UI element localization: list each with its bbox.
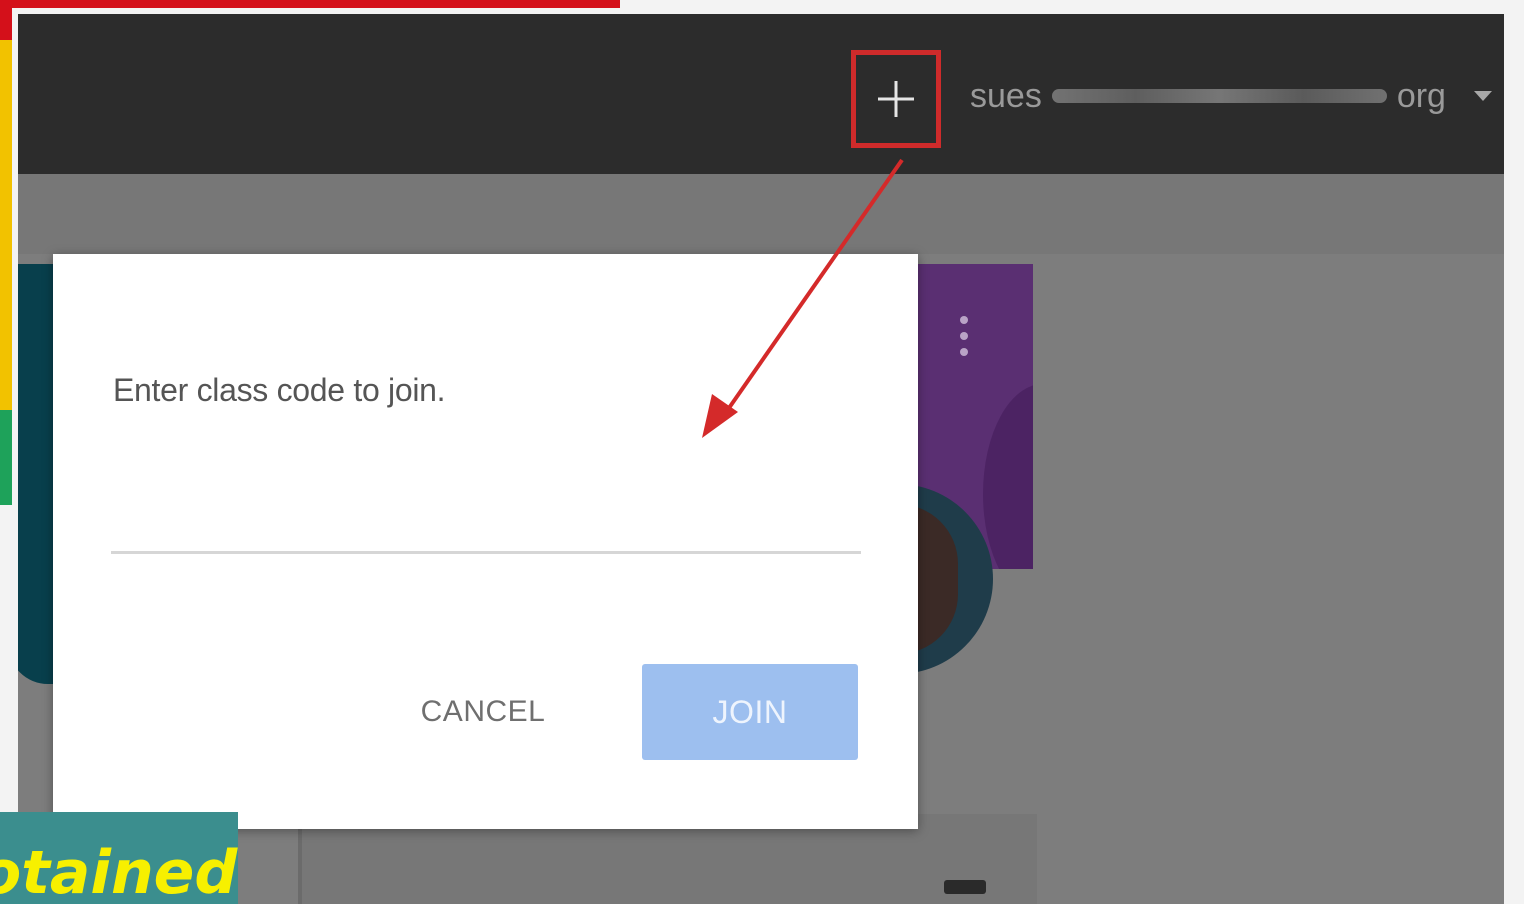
cancel-button[interactable]: CANCEL: [408, 680, 558, 744]
dialog-title: Enter class code to join.: [113, 372, 446, 408]
page-header-strip: [18, 174, 1504, 254]
top-app-bar: sues org: [18, 14, 1504, 174]
card-decoration: [983, 384, 1033, 569]
footer-icon: [944, 880, 986, 894]
account-menu[interactable]: sues org: [970, 72, 1492, 120]
slide-bar-red: [0, 0, 12, 40]
join-button[interactable]: JOIN: [642, 664, 858, 760]
join-class-dialog: Enter class code to join. CANCEL JOIN: [53, 254, 918, 829]
classroom-screenshot: sues org Enter class code to join. CANCE…: [18, 14, 1504, 904]
slide-bar-yellow: [0, 40, 12, 410]
account-email-redacted: [1051, 89, 1387, 103]
more-vert-icon[interactable]: [960, 316, 970, 356]
plus-icon: [878, 81, 914, 117]
slide-top-bar: [0, 0, 620, 8]
class-code-input[interactable]: [111, 499, 861, 554]
caret-down-icon[interactable]: [1473, 91, 1492, 101]
caption-text: otained: [0, 838, 238, 904]
slide-bar-green: [0, 410, 12, 505]
add-class-button[interactable]: [851, 50, 941, 148]
account-email-prefix: sues: [970, 76, 1042, 115]
account-email-suffix: org: [1396, 76, 1446, 115]
caption-tag: otained: [0, 812, 238, 904]
slide-left-color-bar: [0, 0, 12, 904]
